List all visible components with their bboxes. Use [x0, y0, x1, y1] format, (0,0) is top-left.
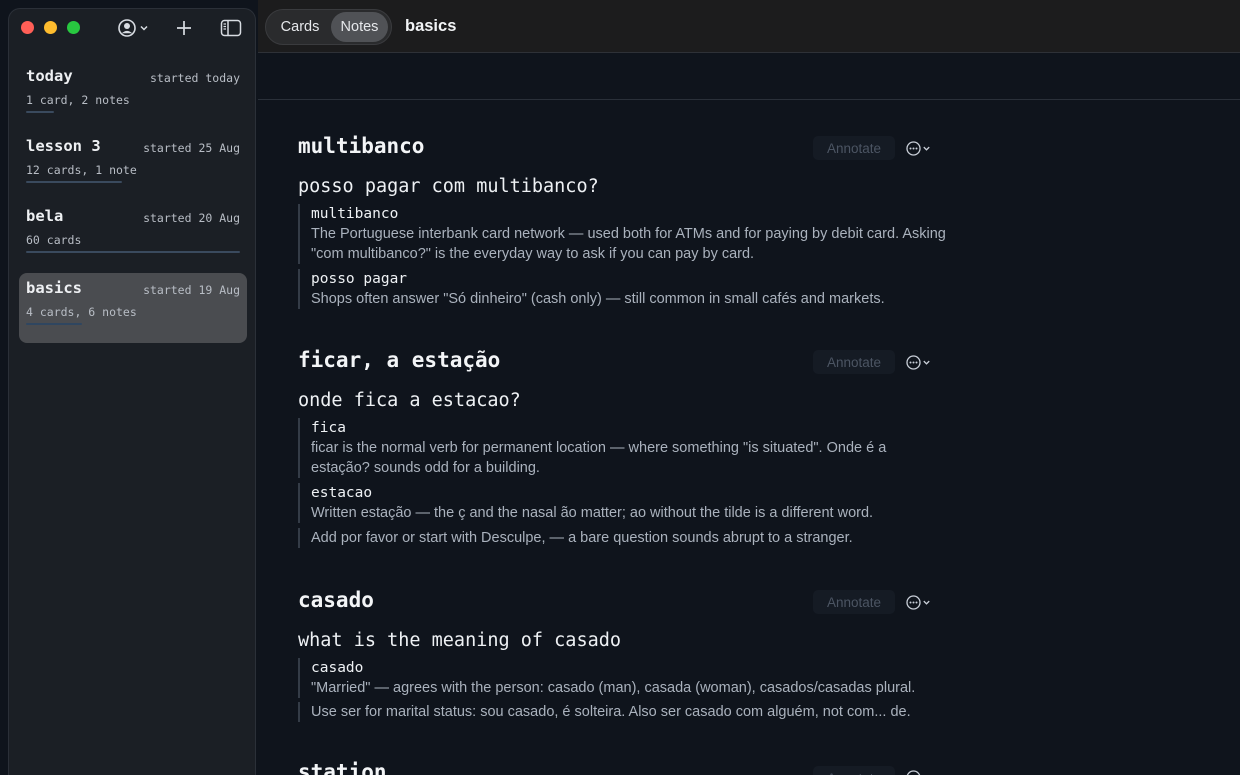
more-options-button[interactable]: [906, 594, 931, 610]
deck-progress: [26, 181, 240, 183]
note-item: posso pagar Shops often answer "Só dinhe…: [298, 269, 951, 309]
annotate-button[interactable]: Annotate: [813, 590, 895, 614]
notes-list: multibanco Annotate posso pagar com mult…: [258, 100, 1240, 775]
note-term: casado: [311, 660, 364, 676]
deck-name: today: [26, 67, 73, 85]
deck-count: 4 cards, 6 notes: [26, 305, 137, 319]
annotate-button[interactable]: Annotate: [813, 350, 895, 374]
deck-progress: [26, 111, 240, 113]
sub-toolbar: [258, 54, 1240, 100]
tab-notes[interactable]: Notes: [331, 12, 388, 42]
deck-name: basics: [26, 279, 82, 297]
note-text: "Married" — agrees with the person: casa…: [311, 680, 916, 696]
note-text: Shops often answer "Só dinheiro" (cash o…: [311, 291, 885, 307]
section-title: ficar, a estação: [298, 348, 501, 372]
account-menu-button[interactable]: [117, 18, 149, 38]
annotate-button[interactable]: Annotate: [813, 766, 895, 775]
deck-count: 60 cards: [26, 233, 82, 247]
tab-cards[interactable]: Cards: [269, 12, 331, 42]
deck-name: bela: [26, 207, 64, 225]
more-options-button[interactable]: [906, 769, 921, 775]
sidebar-icon: [220, 19, 242, 37]
card-question: posso pagar com multibanco?: [298, 176, 599, 197]
more-options-button[interactable]: [906, 354, 931, 370]
deck-started: started 20 Aug: [143, 211, 240, 225]
note-term: multibanco: [311, 206, 399, 222]
deck-count: 12 cards, 1 note: [26, 163, 137, 177]
page-title: basics: [405, 17, 457, 35]
deck-started: started 25 Aug: [143, 141, 240, 155]
deck-progress-fill: [26, 251, 240, 253]
chevron-down-icon: [923, 146, 930, 151]
note-item: estacao Written estação — the ç and the …: [298, 483, 951, 523]
note-section: multibanco Annotate posso pagar com mult…: [298, 134, 946, 314]
user-circle-icon: [118, 19, 136, 37]
ellipsis-circle-icon: [906, 354, 921, 370]
ellipsis-circle-icon: [906, 769, 921, 775]
deck-progress: [26, 251, 240, 253]
note-item: multibanco The Portuguese interbank card…: [298, 204, 951, 264]
card-question: onde fica a estacao?: [298, 390, 521, 411]
new-deck-button[interactable]: [175, 18, 193, 38]
note-term: posso pagar: [311, 271, 408, 287]
deck-progress-fill: [26, 111, 54, 113]
close-window-button[interactable]: [21, 21, 34, 34]
toggle-sidebar-button[interactable]: [220, 18, 242, 38]
note-text: Written estação — the ç and the nasal ão…: [311, 505, 874, 521]
note-item: Add por favor or start with Desculpe, — …: [298, 528, 951, 548]
card-question: what is the meaning of casado: [298, 630, 622, 651]
minimize-window-button[interactable]: [44, 21, 57, 34]
deck-item-bela[interactable]: bela started 20 Aug 60 cards: [19, 201, 247, 271]
deck-progress-fill: [26, 181, 123, 183]
note-item: casado "Married" — agrees with the perso…: [298, 658, 951, 698]
plus-icon: [177, 21, 191, 35]
chevron-down-icon: [923, 360, 930, 365]
deck-count: 1 card, 2 notes: [26, 93, 130, 107]
note-section: station Annotate: [298, 760, 938, 775]
note-text: Use ser for marital status: sou casado, …: [311, 704, 911, 720]
note-text: Add por favor or start with Desculpe, — …: [311, 530, 853, 546]
deck-started: started today: [149, 71, 240, 85]
note-text: The Portuguese interbank card network — …: [311, 226, 946, 262]
window-titlebar: [9, 9, 255, 49]
note-text: ficar is the normal verb for permanent l…: [311, 440, 887, 476]
deck-progress: [26, 323, 240, 325]
more-options-button[interactable]: [906, 140, 931, 156]
zoom-window-button[interactable]: [67, 21, 80, 34]
note-item: fica ficar is the normal verb for perman…: [298, 418, 931, 478]
deck-item-lesson-3[interactable]: lesson 3 started 25 Aug 12 cards, 1 note: [19, 131, 247, 201]
ellipsis-circle-icon: [906, 140, 921, 156]
annotate-button[interactable]: Annotate: [813, 136, 895, 160]
section-title: casado: [298, 588, 374, 612]
sidebar: today started today 1 card, 2 notes less…: [8, 8, 256, 775]
deck-item-basics[interactable]: basics started 19 Aug 4 cards, 6 notes: [19, 273, 247, 343]
ellipsis-circle-icon: [906, 594, 921, 610]
deck-name: lesson 3: [26, 137, 101, 155]
chevron-down-icon: [923, 600, 930, 605]
deck-progress-fill: [26, 323, 82, 325]
deck-item-today[interactable]: today started today 1 card, 2 notes: [19, 61, 247, 131]
note-term: estacao: [311, 485, 373, 501]
view-switcher: Cards Notes: [265, 9, 392, 45]
deck-started: started 19 Aug: [143, 283, 240, 297]
note-section: casado Annotate what is the meaning of c…: [298, 588, 938, 728]
toolbar: Cards Notes basics: [258, 0, 1240, 53]
note-section: ficar, a estação Annotate onde fica a es…: [298, 348, 938, 548]
note-term: fica: [311, 420, 346, 436]
note-item: Use ser for marital status: sou casado, …: [298, 702, 951, 722]
section-title: station: [298, 760, 387, 775]
chevron-down-icon: [140, 25, 148, 31]
section-title: multibanco: [298, 134, 425, 158]
